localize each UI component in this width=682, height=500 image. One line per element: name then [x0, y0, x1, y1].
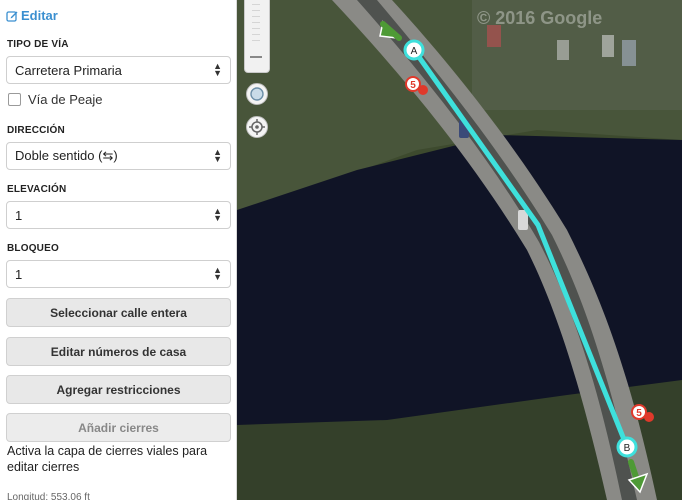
edit-house-numbers-button[interactable]: Editar números de casa [6, 337, 231, 366]
edit-tab[interactable]: Editar [6, 8, 58, 23]
speed-limit-b-label: 5 [636, 408, 642, 419]
toll-row[interactable]: Vía de Peaje [8, 92, 102, 107]
direction-label: DIRECCIÓN [7, 125, 65, 136]
road-type-value: Carretera Primaria [15, 62, 122, 78]
add-closures-button[interactable]: Añadir cierres [6, 413, 231, 442]
locate-button[interactable] [246, 116, 268, 138]
zoom-track[interactable] [252, 4, 260, 44]
select-arrows-icon: ▲ ▼ [213, 206, 222, 223]
lock-select[interactable]: 1 ▲ ▼ [6, 260, 231, 288]
zoom-slider[interactable] [244, 0, 270, 73]
toll-checkbox[interactable] [8, 93, 21, 106]
layers-icon [250, 87, 264, 101]
sidebar: Editar TIPO DE VÍA Carretera Primaria ▲ ▼… [0, 0, 237, 500]
closure-hint: Activa la capa de cierres viales para ed… [7, 444, 208, 474]
layers-button[interactable] [246, 83, 268, 105]
map-watermark: © 2016 Google [477, 8, 602, 28]
direction-select[interactable]: Doble sentido (⇆) ▲ ▼ [6, 142, 231, 170]
elevation-label: ELEVACIÓN [7, 184, 67, 195]
lock-label: BLOQUEO [7, 243, 59, 254]
node-a-label: A [411, 46, 418, 57]
satellite-map[interactable]: © 2016 Google A B 5 5 [237, 0, 682, 500]
map-imagery: © 2016 Google A B 5 5 [237, 0, 682, 500]
edit-tab-label: Editar [21, 8, 58, 23]
select-arrows-icon: ▲ ▼ [213, 265, 222, 282]
speed-limit-a-label: 5 [410, 80, 416, 91]
zoom-out-icon[interactable] [250, 56, 262, 58]
crosshair-icon [249, 119, 265, 135]
select-arrows-icon: ▲ ▼ [213, 147, 222, 164]
elevation-value: 1 [15, 207, 23, 223]
toll-label: Vía de Peaje [28, 92, 103, 107]
select-arrows-icon: ▲ ▼ [213, 61, 222, 78]
elevation-select[interactable]: 1 ▲ ▼ [6, 201, 231, 229]
direction-value: Doble sentido (⇆) [15, 148, 118, 163]
lock-value: 1 [15, 266, 23, 282]
pencil-square-icon [6, 10, 18, 22]
road-type-select[interactable]: Carretera Primaria ▲ ▼ [6, 56, 231, 84]
select-street-button[interactable]: Seleccionar calle entera [6, 298, 231, 327]
add-restrictions-button[interactable]: Agregar restricciones [6, 375, 231, 404]
road-type-label: TIPO DE VÍA [7, 39, 69, 50]
node-b-label: B [624, 443, 631, 454]
segment-length: Longitud: 553.06 ft [7, 492, 90, 500]
